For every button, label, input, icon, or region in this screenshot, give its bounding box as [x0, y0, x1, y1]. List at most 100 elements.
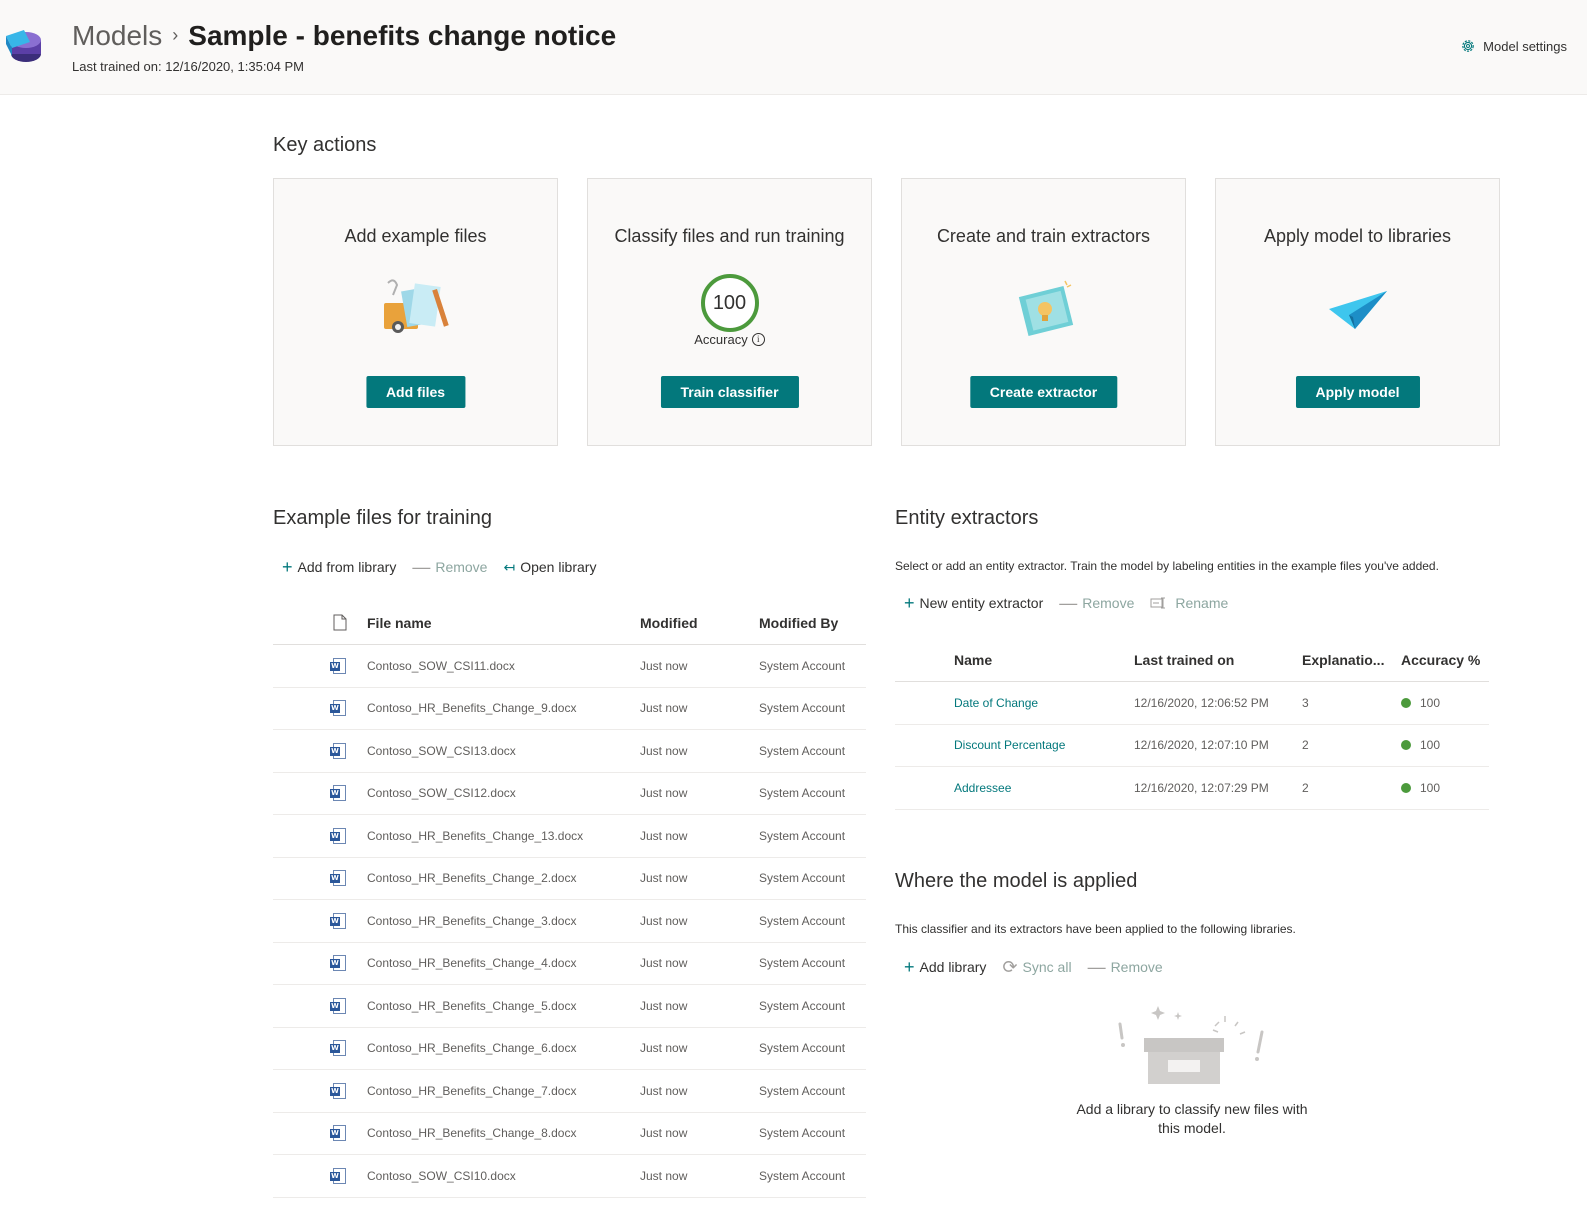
add-icon: + — [904, 957, 915, 977]
accuracy-value: 100 — [1420, 695, 1441, 710]
table-row[interactable]: W Contoso_HR_Benefits_Change_9.docx Just n… — [273, 688, 866, 730]
file-name-cell[interactable]: Contoso_HR_Benefits_Change_7.docx — [367, 1084, 640, 1098]
file-type-cell: W — [273, 870, 367, 887]
extractor-name-link[interactable]: Discount Percentage — [954, 738, 1134, 752]
files-command-bar: + Add from library — Remove ↤ Open libra… — [282, 558, 612, 576]
modified-by-cell: System Account — [759, 1168, 846, 1183]
modified-cell: Just now — [640, 743, 688, 758]
rename-extractor-button[interactable]: Rename — [1150, 595, 1228, 611]
train-classifier-button[interactable]: Train classifier — [660, 376, 799, 408]
word-document-icon: W — [330, 870, 347, 887]
remove-extractor-button[interactable]: — Remove — [1059, 594, 1134, 612]
modified-by-cell: System Account — [759, 998, 846, 1013]
table-row[interactable]: W Contoso_SOW_CSI13.docx Just now System Ac… — [273, 730, 866, 773]
open-library-label: Open library — [520, 559, 597, 575]
open-library-button[interactable]: ↤ Open library — [503, 559, 596, 575]
accuracy-cell: 100 — [1401, 738, 1489, 752]
page-title: Sample - benefits change notice — [188, 20, 617, 51]
table-row[interactable]: W Contoso_HR_Benefits_Change_4.docx Just n… — [273, 943, 866, 985]
file-name-cell[interactable]: Contoso_SOW_CSI13.docx — [367, 744, 640, 758]
file-type-column-header[interactable] — [273, 614, 367, 631]
card-title: Apply model to libraries — [1263, 226, 1452, 246]
remove-icon: — — [1059, 593, 1078, 613]
file-type-cell: W — [273, 1167, 367, 1184]
accuracy-value: 100 — [1420, 780, 1441, 795]
name-column-header[interactable]: Name — [954, 652, 1134, 668]
file-type-cell: W — [273, 742, 367, 759]
modified-cell: Just now — [640, 786, 688, 801]
file-name-cell[interactable]: Contoso_HR_Benefits_Change_2.docx — [367, 871, 640, 885]
word-document-icon: W — [330, 997, 347, 1014]
table-row[interactable]: W Contoso_SOW_CSI11.docx Just now System Ac… — [273, 645, 866, 688]
file-type-cell: W — [273, 657, 367, 674]
accuracy-column-header[interactable]: Accuracy % — [1401, 652, 1489, 668]
modified-by-cell: System Account — [759, 913, 846, 928]
model-settings-button[interactable]: Model settings — [1460, 38, 1567, 54]
explanations-column-header[interactable]: Explanatio... — [1302, 652, 1401, 668]
add-library-button[interactable]: + Add library — [904, 958, 986, 976]
file-name-cell[interactable]: Contoso_SOW_CSI12.docx — [367, 786, 640, 800]
table-row[interactable]: W Contoso_SOW_CSI10.docx Just now System Ac… — [273, 1155, 866, 1198]
extractor-name-link[interactable]: Date of Change — [954, 696, 1134, 710]
table-row[interactable]: Addressee 12/16/2020, 12:07:29 PM 2 100 — [895, 767, 1489, 810]
table-row[interactable]: W Contoso_SOW_CSI12.docx Just now System Ac… — [273, 773, 866, 815]
remove-files-button[interactable]: — Remove — [412, 558, 487, 576]
file-name-cell[interactable]: Contoso_HR_Benefits_Change_5.docx — [367, 999, 640, 1013]
file-type-cell: W — [273, 1040, 367, 1057]
create-extractor-button[interactable]: Create extractor — [969, 376, 1118, 408]
add-from-library-button[interactable]: + Add from library — [282, 558, 396, 576]
modified-by-column-header[interactable]: Modified By — [759, 615, 866, 631]
chevron-right-icon: › — [172, 24, 179, 45]
word-document-icon: W — [330, 912, 347, 929]
file-name-cell[interactable]: Contoso_HR_Benefits_Change_6.docx — [367, 1041, 640, 1055]
breadcrumb: Models › Sample - benefits change notice — [72, 20, 616, 52]
sync-all-button[interactable]: ⟳ Sync all — [1002, 958, 1071, 976]
info-icon[interactable]: i — [751, 333, 765, 346]
word-document-icon: W — [330, 1040, 347, 1057]
breadcrumb-models-link[interactable]: Models — [72, 20, 162, 52]
word-document-icon: W — [330, 1125, 347, 1142]
new-entity-extractor-button[interactable]: + New entity extractor — [904, 594, 1043, 612]
file-name-cell[interactable]: Contoso_HR_Benefits_Change_8.docx — [367, 1126, 640, 1140]
remove-files-label: Remove — [435, 559, 488, 575]
extractor-name-link[interactable]: Addressee — [954, 781, 1134, 795]
word-document-icon: W — [330, 1167, 347, 1184]
empty-libraries-message: Add a library to classify new files with… — [1076, 1101, 1308, 1136]
accuracy-value: 100 — [712, 291, 747, 314]
add-files-button[interactable]: Add files — [365, 376, 466, 408]
apply-model-card: Apply model to libraries Apply model — [1215, 178, 1500, 446]
file-name-cell[interactable]: Contoso_HR_Benefits_Change_3.docx — [367, 914, 640, 928]
table-row[interactable]: W Contoso_HR_Benefits_Change_2.docx Just n… — [273, 858, 866, 900]
file-name-cell[interactable]: Contoso_SOW_CSI11.docx — [367, 659, 640, 673]
modified-by-cell: System Account — [759, 786, 846, 801]
rename-extractor-label: Rename — [1175, 595, 1229, 611]
file-name-cell[interactable]: Contoso_HR_Benefits_Change_13.docx — [367, 829, 640, 843]
file-name-cell[interactable]: Contoso_HR_Benefits_Change_9.docx — [367, 701, 640, 715]
file-name-column-header[interactable]: File name — [367, 615, 640, 631]
last-trained-column-header[interactable]: Last trained on — [1134, 652, 1302, 668]
table-row[interactable]: W Contoso_HR_Benefits_Change_6.docx Just n… — [273, 1028, 866, 1070]
add-example-files-card: Add example files Add files — [273, 178, 558, 446]
empty-box-illustration-icon — [1118, 1006, 1264, 1084]
table-row[interactable]: W Contoso_HR_Benefits_Change_13.docx Just … — [273, 815, 866, 858]
table-row[interactable]: W Contoso_HR_Benefits_Change_5.docx Just n… — [273, 985, 866, 1028]
apply-model-button[interactable]: Apply model — [1295, 376, 1420, 408]
table-row[interactable]: Date of Change 12/16/2020, 12:06:52 PM 3 10… — [895, 682, 1489, 725]
table-row[interactable]: W Contoso_HR_Benefits_Change_3.docx Just n… — [273, 900, 866, 943]
add-icon: + — [904, 593, 915, 613]
where-applied-heading: Where the model is applied — [895, 870, 1138, 892]
table-row[interactable]: W Contoso_HR_Benefits_Change_8.docx Just n… — [273, 1113, 866, 1155]
table-row[interactable]: W Contoso_HR_Benefits_Change_7.docx Just n… — [273, 1070, 866, 1113]
modified-cell: Just now — [640, 956, 688, 971]
word-document-icon: W — [330, 700, 347, 717]
remove-library-button[interactable]: — Remove — [1088, 958, 1163, 976]
files-table-body: W Contoso_SOW_CSI11.docx Just now System Ac… — [273, 645, 866, 1198]
accuracy-ring: 100 — [700, 274, 759, 332]
word-document-icon: W — [330, 1082, 347, 1099]
file-name-cell[interactable]: Contoso_SOW_CSI10.docx — [367, 1169, 640, 1183]
extractors-table-header: Name Last trained on Explanatio... Accur… — [895, 638, 1489, 682]
table-row[interactable]: Discount Percentage 12/16/2020, 12:07:10 … — [895, 725, 1489, 767]
modified-column-header[interactable]: Modified — [640, 615, 759, 631]
file-name-cell[interactable]: Contoso_HR_Benefits_Change_4.docx — [367, 956, 640, 970]
modified-cell: Just now — [640, 1041, 688, 1056]
